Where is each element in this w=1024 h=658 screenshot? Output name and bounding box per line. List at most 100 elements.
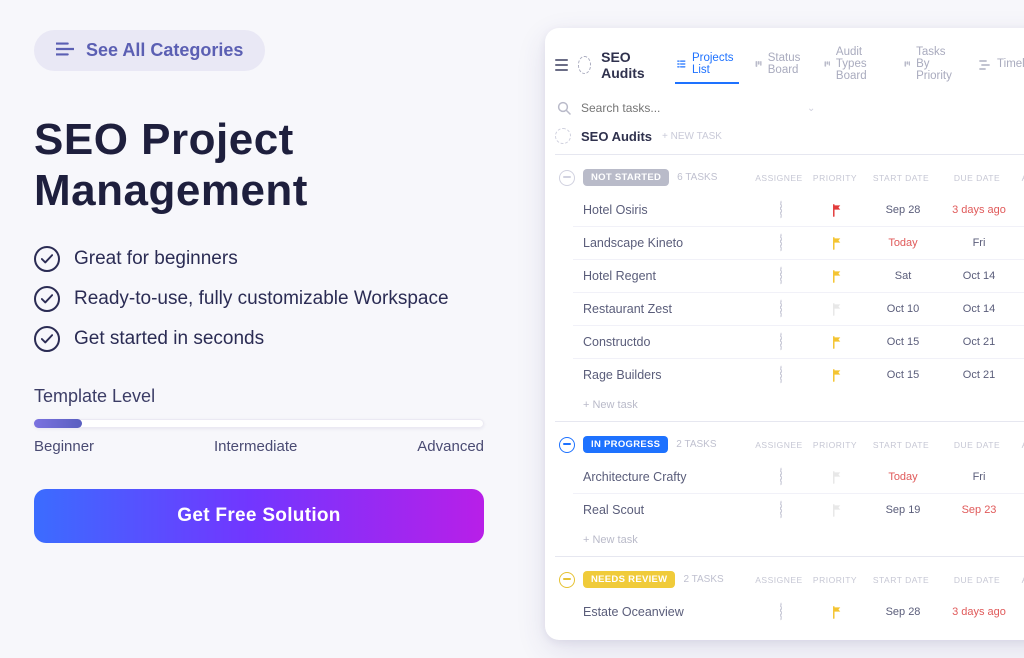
priority-cell <box>809 303 865 316</box>
search-input[interactable] <box>579 100 793 116</box>
audit-results-cell[interactable]: seo.com <box>1017 606 1024 618</box>
priority-cell <box>809 471 865 484</box>
template-level-track <box>34 419 484 428</box>
new-task-button[interactable]: + New task <box>555 391 1024 421</box>
flag-icon <box>831 303 844 316</box>
task-row[interactable]: Architecture Crafty Today Fri seo.com <box>573 461 1024 493</box>
benefits-list: Great for beginners Ready-to-use, fully … <box>34 246 514 352</box>
audit-results-cell[interactable]: seo.com <box>1017 237 1024 249</box>
flag-icon <box>831 204 844 217</box>
due-date-cell: Oct 14 <box>941 270 1017 282</box>
task-group: IN PROGRESS 2 TASKS ASSIGNEE PRIORITY ST… <box>555 421 1024 556</box>
tab-priority[interactable]: Tasks By Priority <box>902 40 963 90</box>
assignee-avatar[interactable] <box>780 602 782 621</box>
workspace-icon <box>555 128 571 144</box>
start-date-cell: Sep 28 <box>865 606 941 618</box>
benefit-text: Great for beginners <box>74 248 238 270</box>
audit-results-cell[interactable]: seo.com <box>1017 336 1024 348</box>
flag-icon <box>831 606 844 619</box>
board-icon <box>904 58 910 70</box>
list-icon <box>677 58 686 70</box>
collapse-icon[interactable] <box>559 170 575 186</box>
task-row[interactable]: Restaurant Zest Oct 10 Oct 14 seo.com <box>573 292 1024 325</box>
workspace-row: SEO Audits + NEW TASK <box>555 124 1024 154</box>
assignee-avatar[interactable] <box>780 467 782 486</box>
search-icon <box>557 101 571 115</box>
audit-results-cell[interactable]: seo.com <box>1017 504 1024 516</box>
task-row[interactable]: Hotel Regent Sat Oct 14 seo.com <box>573 259 1024 292</box>
tab-projects-list[interactable]: Projects List <box>675 46 739 84</box>
audit-results-cell[interactable]: seo.com <box>1017 303 1024 315</box>
tab-audit-types[interactable]: Audit Types Board <box>822 40 888 90</box>
task-name: Hotel Osiris <box>583 203 743 217</box>
chevron-down-icon[interactable]: ⌄ <box>807 103 815 114</box>
group-header[interactable]: NOT STARTED 6 TASKS ASSIGNEE PRIORITY ST… <box>555 161 1024 194</box>
benefit-item: Get started in seconds <box>34 326 514 352</box>
priority-cell <box>809 504 865 517</box>
start-date-cell: Sep 28 <box>865 204 941 216</box>
due-date-cell: 3 days ago <box>941 204 1017 216</box>
level-tick-intermediate: Intermediate <box>214 438 297 455</box>
group-header[interactable]: IN PROGRESS 2 TASKS ASSIGNEE PRIORITY ST… <box>555 428 1024 461</box>
task-row[interactable]: Real Scout Sep 19 Sep 23 seo.com <box>573 493 1024 526</box>
assignee-avatar[interactable] <box>780 200 782 219</box>
assignee-avatar[interactable] <box>780 233 782 252</box>
priority-cell <box>809 270 865 283</box>
start-date-cell: Sat <box>865 270 941 282</box>
group-status-chip: NOT STARTED <box>583 169 669 186</box>
priority-cell <box>809 237 865 250</box>
start-date-cell: Oct 10 <box>865 303 941 315</box>
task-row[interactable]: Landscape Kineto Today Fri seo.com <box>573 226 1024 259</box>
start-date-cell: Oct 15 <box>865 336 941 348</box>
app-title: SEO Audits <box>601 49 655 81</box>
hamburger-icon[interactable] <box>555 59 568 71</box>
template-level-label: Template Level <box>34 386 514 407</box>
task-row[interactable]: Hotel Osiris Sep 28 3 days ago seo.com <box>573 194 1024 226</box>
audit-results-cell[interactable]: seo.com <box>1017 270 1024 282</box>
due-date-cell: Oct 21 <box>941 336 1017 348</box>
see-all-categories-button[interactable]: See All Categories <box>34 30 265 71</box>
assignee-avatar[interactable] <box>780 299 782 318</box>
assignee-avatar[interactable] <box>780 266 782 285</box>
task-row[interactable]: Rage Builders Oct 15 Oct 21 seo.com <box>573 358 1024 391</box>
task-row[interactable]: Constructdo Oct 15 Oct 21 seo.com <box>573 325 1024 358</box>
audit-results-cell[interactable]: seo.com <box>1017 471 1024 483</box>
check-icon <box>34 286 60 312</box>
collapse-icon[interactable] <box>559 437 575 453</box>
flag-icon <box>831 504 844 517</box>
due-date-cell: Oct 14 <box>941 303 1017 315</box>
task-name: Hotel Regent <box>583 269 743 283</box>
assignee-avatar[interactable] <box>780 365 782 384</box>
task-row[interactable]: Estate Oceanview Sep 28 3 days ago seo.c… <box>573 596 1024 628</box>
collapse-icon[interactable] <box>559 572 575 588</box>
assignee-avatar[interactable] <box>780 500 782 519</box>
task-name: Architecture Crafty <box>583 470 743 484</box>
benefit-item: Ready-to-use, fully customizable Workspa… <box>34 286 514 312</box>
assignee-avatar[interactable] <box>780 332 782 351</box>
group-header[interactable]: NEEDS REVIEW 2 TASKS ASSIGNEE PRIORITY S… <box>555 563 1024 596</box>
workspace-new-task[interactable]: + NEW TASK <box>662 131 722 142</box>
task-name: Landscape Kineto <box>583 236 743 250</box>
audit-results-cell[interactable]: seo.com <box>1017 369 1024 381</box>
task-name: Real Scout <box>583 503 743 517</box>
task-group: NEEDS REVIEW 2 TASKS ASSIGNEE PRIORITY S… <box>555 556 1024 628</box>
priority-cell <box>809 369 865 382</box>
gear-icon[interactable] <box>578 56 591 74</box>
due-date-cell: Fri <box>941 471 1017 483</box>
app-toolbar: SEO Audits Projects List Status Board Au… <box>555 40 1024 96</box>
new-task-button[interactable]: + New task <box>555 526 1024 556</box>
page-title: SEO Project Management <box>34 115 514 216</box>
tab-timeline[interactable]: Timeline <box>977 52 1024 78</box>
get-free-solution-button[interactable]: Get Free Solution <box>34 489 484 543</box>
template-level-fill <box>34 419 82 428</box>
start-date-cell: Sep 19 <box>865 504 941 516</box>
column-headers: ASSIGNEE PRIORITY START DATE DUE DATE AU… <box>751 575 1024 585</box>
flag-icon <box>831 336 844 349</box>
group-task-count: 6 TASKS <box>677 172 717 183</box>
audit-results-cell[interactable]: seo.com <box>1017 204 1024 216</box>
flag-icon <box>831 471 844 484</box>
due-date-cell: 3 days ago <box>941 606 1017 618</box>
check-icon <box>34 326 60 352</box>
tab-status-board[interactable]: Status Board <box>753 46 808 84</box>
search-row: ⌄ <box>555 96 1024 124</box>
